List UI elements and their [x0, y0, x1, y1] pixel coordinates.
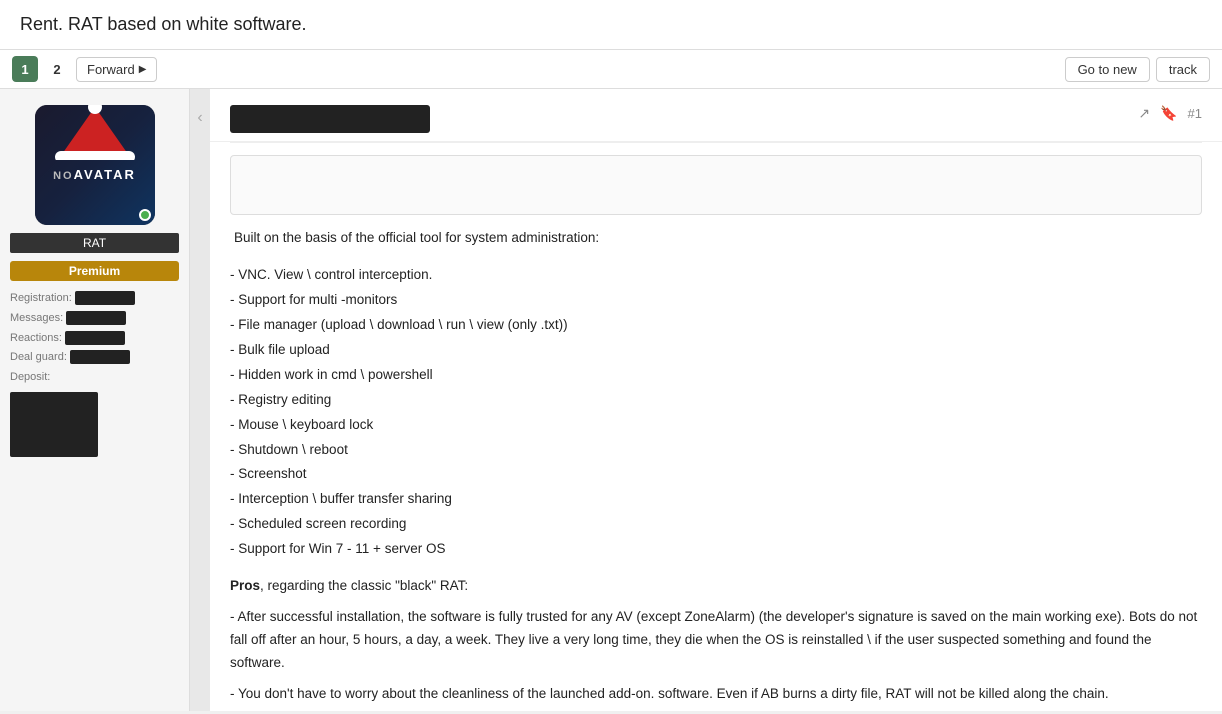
premium-badge: Premium [10, 261, 179, 281]
post-body: Built on the basis of the official tool … [210, 227, 1222, 711]
post-header: ↗ 🔖 #1 [210, 89, 1222, 142]
feature-9: - Screenshot [230, 463, 1202, 486]
feature-2: - Support for multi -monitors [230, 289, 1202, 312]
page-title-bar: Rent. RAT based on white software. [0, 0, 1222, 50]
post-header-actions: ↗ 🔖 #1 [1138, 105, 1202, 122]
nav-bar: 1 2 Forward ▶ Go to new track [0, 50, 1222, 89]
main-content: ↗ 🔖 #1 Built on the basis of the officia… [210, 89, 1222, 711]
sidebar: NOAVATAR RAT Premium Registration: Messa… [0, 89, 190, 711]
online-indicator [139, 209, 151, 221]
content-area: NOAVATAR RAT Premium Registration: Messa… [0, 89, 1222, 711]
feature-8: - Shutdown \ reboot [230, 439, 1202, 462]
feature-list: - VNC. View \ control interception. - Su… [230, 264, 1202, 561]
feature-6: - Registry editing [230, 389, 1202, 412]
collapse-arrow-area[interactable]: ‹ [190, 89, 210, 711]
post-title-redacted [230, 105, 430, 133]
page-1-button[interactable]: 1 [12, 56, 38, 82]
pros-bold: Pros [230, 578, 260, 593]
pros-text-2: - You don't have to worry about the clea… [230, 683, 1202, 706]
share-icon[interactable]: ↗ [1138, 105, 1150, 122]
feature-5: - Hidden work in cmd \ powershell [230, 364, 1202, 387]
feature-3: - File manager (upload \ download \ run … [230, 314, 1202, 337]
feature-7: - Mouse \ keyboard lock [230, 414, 1202, 437]
pros-heading-line: Pros, regarding the classic "black" RAT: [230, 575, 1202, 598]
feature-4: - Bulk file upload [230, 339, 1202, 362]
pros-section: Pros, regarding the classic "black" RAT:… [230, 575, 1202, 706]
track-button[interactable]: track [1156, 57, 1210, 82]
pros-text-1: - After successful installation, the sof… [230, 606, 1202, 675]
forward-label: Forward [87, 62, 135, 77]
feature-12: - Support for Win 7 - 11 + server OS [230, 538, 1202, 561]
bookmark-icon[interactable]: 🔖 [1160, 105, 1177, 122]
go-to-new-button[interactable]: Go to new [1065, 57, 1150, 82]
feature-1: - VNC. View \ control interception. [230, 264, 1202, 287]
input-area[interactable] [230, 155, 1202, 215]
user-stats: Registration: Messages: Reactions: Deal … [10, 289, 179, 457]
forward-arrow-icon: ▶ [139, 64, 147, 75]
username-bar: RAT [10, 233, 179, 253]
post-intro: Built on the basis of the official tool … [234, 227, 1202, 250]
avatar-label: NOAVATAR [35, 167, 155, 182]
post-number: #1 [1188, 106, 1202, 121]
page-2-button[interactable]: 2 [44, 56, 70, 82]
avatar-container: NOAVATAR [35, 105, 155, 225]
page-title: Rent. RAT based on white software. [20, 14, 306, 34]
separator [230, 142, 1202, 143]
santa-hat-icon [45, 105, 145, 160]
feature-11: - Scheduled screen recording [230, 513, 1202, 536]
forward-button[interactable]: Forward ▶ [76, 57, 157, 82]
pros-intro: , regarding the classic "black" RAT: [260, 578, 468, 593]
feature-10: - Interception \ buffer transfer sharing [230, 488, 1202, 511]
